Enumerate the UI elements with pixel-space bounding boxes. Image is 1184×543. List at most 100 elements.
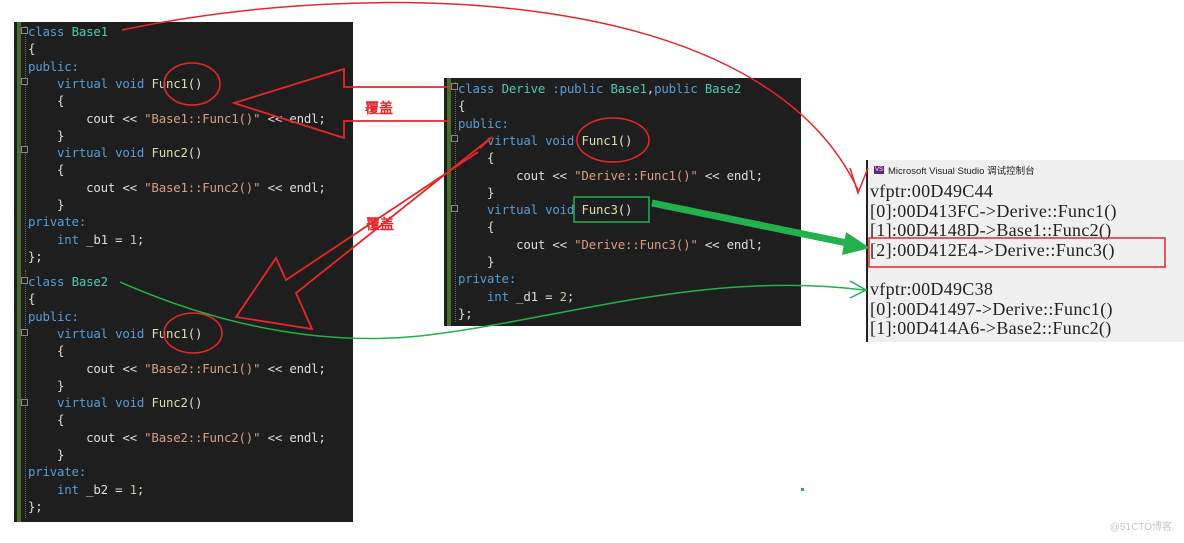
code-token: 1 bbox=[129, 231, 137, 247]
code-line: { bbox=[28, 161, 64, 178]
code-line: { bbox=[28, 342, 64, 359]
code-line: } bbox=[28, 127, 64, 144]
indent-guide bbox=[25, 26, 27, 262]
code-line: class Derive :public Base1,public Base2 bbox=[458, 80, 741, 97]
code-token: int bbox=[57, 481, 87, 497]
visual-studio-icon: VS bbox=[874, 166, 884, 174]
code-panel-base1: class Base1{public: virtual void Func1()… bbox=[14, 22, 353, 266]
code-token: Base2 bbox=[704, 81, 742, 96]
code-token: () bbox=[187, 325, 203, 341]
vfptr-header: vfptr:00D49C44 bbox=[870, 181, 994, 201]
code-token: } bbox=[28, 447, 65, 462]
code-token: virtual void bbox=[57, 75, 152, 91]
code-line: { bbox=[28, 92, 64, 109]
code-token: virtual void bbox=[57, 395, 152, 411]
change-marker-bar bbox=[17, 266, 21, 522]
code-token: { bbox=[28, 412, 65, 428]
change-marker-bar bbox=[447, 78, 451, 326]
code-line: }; bbox=[28, 248, 43, 265]
code-line: class Base2 bbox=[28, 273, 108, 290]
fold-toggle-icon[interactable] bbox=[21, 146, 28, 153]
code-token: () bbox=[187, 145, 203, 161]
watermark: @51CTO博客 bbox=[1109, 522, 1172, 533]
code-line: private: bbox=[458, 270, 516, 287]
code-token: { bbox=[458, 150, 495, 166]
code-token: 1 bbox=[129, 481, 137, 497]
fold-toggle-icon[interactable] bbox=[21, 27, 28, 34]
code-token: { bbox=[28, 343, 65, 359]
debug-console-window: VS Microsoft Visual Studio 调试控制台 vfptr:0… bbox=[866, 160, 1184, 342]
vtable-entry: [1]:00D414A6->Base2::Func2() bbox=[870, 318, 1112, 339]
code-token: () bbox=[187, 395, 203, 411]
code-token: cout << bbox=[28, 179, 145, 195]
code-token: public bbox=[654, 81, 705, 96]
code-line: virtual void Func1() bbox=[458, 132, 632, 149]
code-token: }; bbox=[458, 305, 473, 321]
code-token: private: bbox=[28, 214, 87, 230]
fold-toggle-icon[interactable] bbox=[451, 205, 458, 212]
code-line: cout << "Base2::Func2()" << endl; bbox=[28, 429, 326, 446]
code-token: << endl; bbox=[697, 236, 763, 252]
code-line: } bbox=[28, 196, 64, 213]
code-token: "Base2::Func2()" bbox=[144, 429, 261, 445]
fold-toggle-icon[interactable] bbox=[451, 83, 458, 90]
code-token: cout << bbox=[28, 429, 145, 445]
code-token: Func2 bbox=[151, 145, 188, 161]
vfptr-header: vfptr:00D49C38 bbox=[870, 279, 994, 299]
code-token: }; bbox=[28, 498, 43, 514]
code-token: cout << bbox=[28, 360, 145, 376]
code-token: cout << bbox=[28, 110, 145, 126]
code-line: { bbox=[28, 40, 35, 57]
code-line: { bbox=[28, 290, 35, 307]
change-marker-bar bbox=[17, 22, 21, 266]
fold-toggle-icon[interactable] bbox=[21, 78, 28, 85]
code-token: 2 bbox=[559, 288, 567, 304]
indent-guide bbox=[25, 270, 27, 518]
code-token: () bbox=[617, 202, 633, 218]
stray-dot bbox=[801, 488, 804, 491]
code-token: private: bbox=[458, 271, 517, 287]
code-line: }; bbox=[458, 305, 473, 322]
fold-toggle-icon[interactable] bbox=[21, 277, 28, 284]
code-token: :public bbox=[552, 81, 611, 96]
vtable-entry: [1]:00D4148D->Base1::Func2() bbox=[870, 220, 1112, 241]
code-token: private: bbox=[28, 464, 87, 480]
code-token: { bbox=[28, 93, 65, 109]
indent-guide bbox=[455, 82, 457, 322]
code-line: { bbox=[458, 97, 465, 114]
code-token: , bbox=[646, 81, 655, 96]
code-token: ; bbox=[136, 231, 145, 247]
code-line: { bbox=[458, 149, 494, 166]
code-token: Base1 bbox=[71, 24, 109, 39]
code-token: virtual void bbox=[57, 145, 152, 161]
code-line: public: bbox=[28, 308, 79, 325]
fold-toggle-icon[interactable] bbox=[21, 399, 28, 406]
code-line: { bbox=[28, 411, 64, 428]
code-token: ; bbox=[566, 288, 575, 304]
code-token: { bbox=[458, 219, 495, 235]
code-token: _b1 = bbox=[86, 231, 130, 247]
code-token: << endl; bbox=[260, 179, 326, 195]
code-token: virtual void bbox=[487, 132, 582, 148]
code-token: }; bbox=[28, 248, 43, 264]
code-token: "Base1::Func1()" bbox=[144, 110, 261, 126]
fold-toggle-icon[interactable] bbox=[21, 329, 28, 336]
code-line: virtual void Func2() bbox=[28, 394, 202, 411]
vtable-entry: [0]:00D413FC->Derive::Func1() bbox=[870, 200, 1117, 221]
vtable-entry: [0]:00D41497->Derive::Func1() bbox=[870, 298, 1113, 319]
code-token: () bbox=[617, 132, 633, 148]
code-line: cout << "Base1::Func1()" << endl; bbox=[28, 110, 326, 127]
code-line: virtual void Func3() bbox=[458, 201, 632, 218]
code-token: "Derive::Func1()" bbox=[574, 167, 698, 183]
code-token: } bbox=[458, 184, 495, 200]
code-line: class Base1 bbox=[28, 23, 108, 40]
code-token: "Base1::Func2()" bbox=[144, 179, 261, 195]
code-line: }; bbox=[28, 498, 43, 515]
fold-toggle-icon[interactable] bbox=[451, 135, 458, 142]
console-title: Microsoft Visual Studio 调试控制台 bbox=[888, 166, 1035, 177]
code-token: { bbox=[28, 41, 36, 57]
code-token: _d1 = bbox=[516, 288, 560, 304]
